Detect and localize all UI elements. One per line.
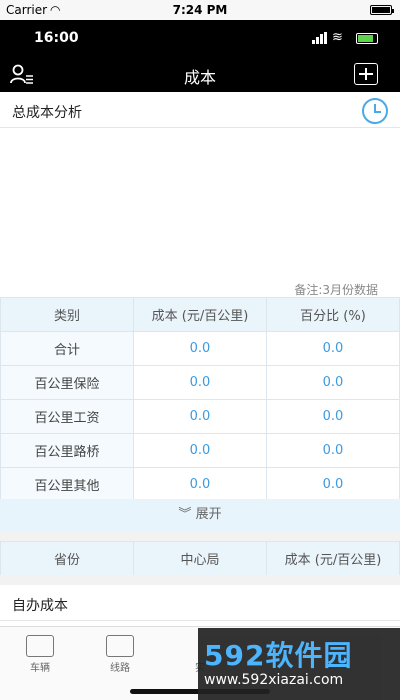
section-divider: [0, 575, 400, 585]
table-row: 百公里保险 0.0 0.0: [0, 365, 400, 400]
cost-chart-area: [0, 128, 400, 278]
truck-icon: [26, 635, 54, 657]
page-title: 成本: [183, 68, 216, 87]
table-header-row: 省份 中心局 成本 (元/百公里): [0, 541, 400, 576]
row-percent: 0.0: [266, 365, 400, 400]
header-percent: 百分比 (%): [266, 297, 400, 332]
header-province: 省份: [0, 541, 134, 576]
row-category: 百公里工资: [0, 399, 134, 434]
device-clock: 16:00: [34, 30, 79, 46]
navigation-bar: 成本: [0, 56, 400, 92]
row-percent: 0.0: [266, 467, 400, 502]
tab-routes[interactable]: 线路: [80, 635, 160, 674]
battery-icon: [370, 5, 394, 15]
total-cost-title: 总成本分析: [12, 105, 82, 121]
row-category: 百公里路桥: [0, 433, 134, 468]
row-cost: 0.0: [133, 365, 267, 400]
header-cost: 成本 (元/百公里): [133, 297, 267, 332]
clock-icon[interactable]: [362, 98, 388, 124]
row-category: 百公里保险: [0, 365, 134, 400]
tab-label: 车辆: [30, 663, 50, 674]
row-percent: 0.0: [266, 399, 400, 434]
expand-label: 展开: [195, 507, 222, 522]
header-center: 中心局: [133, 541, 267, 576]
row-category: 合计: [0, 331, 134, 366]
row-cost: 0.0: [133, 467, 267, 502]
header-cost: 成本 (元/百公里): [266, 541, 400, 576]
row-cost: 0.0: [133, 331, 267, 366]
row-percent: 0.0: [266, 433, 400, 468]
table-row: 百公里路桥 0.0 0.0: [0, 433, 400, 468]
expand-button[interactable]: ︾ 展开: [0, 499, 400, 531]
row-cost: 0.0: [133, 433, 267, 468]
tab-vehicles[interactable]: 车辆: [0, 635, 80, 674]
data-note: 备注:3月份数据: [294, 283, 378, 297]
table-row: 百公里其他 0.0 0.0: [0, 467, 400, 502]
map-icon: [106, 635, 134, 657]
ios-status-bar: Carrier ◠ 7:24 PM: [0, 0, 400, 20]
table-header-row: 类别 成本 (元/百公里) 百分比 (%): [0, 297, 400, 332]
self-cost-title: 自办成本: [12, 598, 68, 614]
watermark-url: www.592xiazai.com: [204, 672, 344, 688]
signal-icon: [312, 32, 328, 44]
total-cost-header: 总成本分析: [0, 92, 400, 128]
device-status-bar: 16:00 ≋: [0, 20, 400, 56]
chevron-down-icon: ︾: [178, 507, 192, 522]
row-category: 百公里其他: [0, 467, 134, 502]
wifi-icon: ≋: [332, 30, 343, 45]
header-category: 类别: [0, 297, 134, 332]
watermark-brand: 592软件园: [204, 639, 353, 672]
table-row: 合计 0.0 0.0: [0, 331, 400, 366]
watermark-logo: 592软件园 www.592xiazai.com: [198, 628, 400, 700]
row-cost: 0.0: [133, 399, 267, 434]
row-percent: 0.0: [266, 331, 400, 366]
ios-clock: 7:24 PM: [172, 3, 228, 17]
cost-table: 类别 成本 (元/百公里) 百分比 (%) 合计 0.0 0.0 百公里保险 0…: [0, 297, 400, 502]
battery-charging-icon: [356, 33, 378, 44]
province-table: 省份 中心局 成本 (元/百公里): [0, 541, 400, 576]
self-cost-header: 自办成本: [0, 585, 400, 621]
tab-label: 线路: [110, 663, 130, 674]
table-row: 百公里工资 0.0 0.0: [0, 399, 400, 434]
section-divider: [0, 531, 400, 541]
add-icon[interactable]: [354, 63, 378, 85]
